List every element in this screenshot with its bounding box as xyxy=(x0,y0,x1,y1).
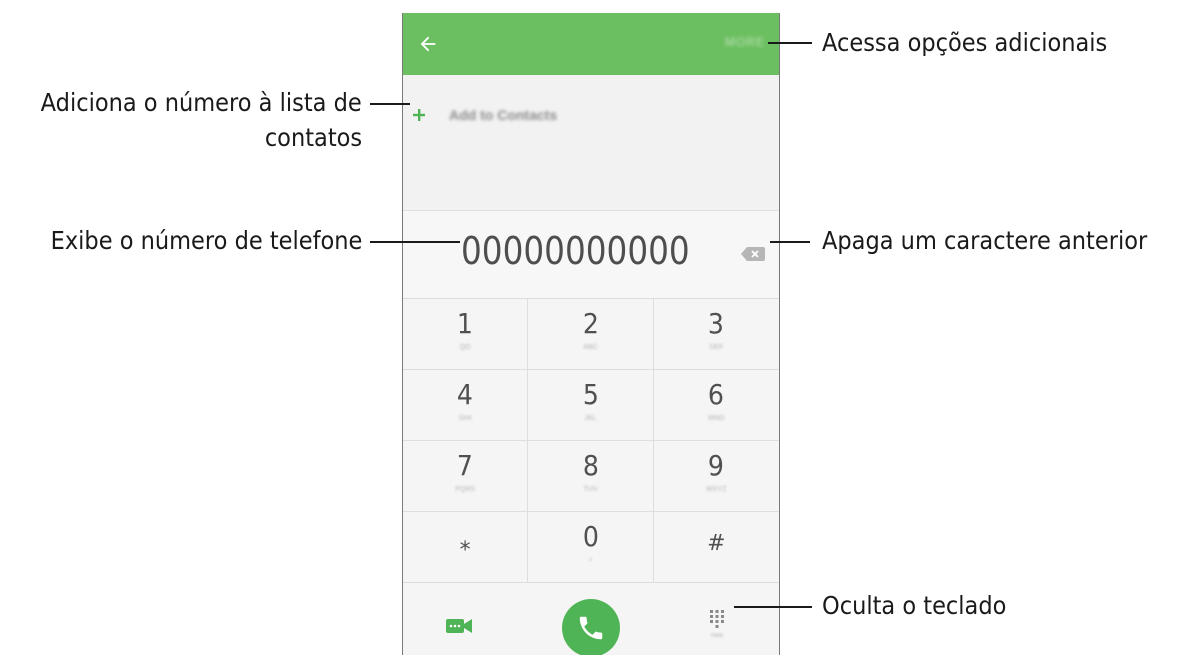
hide-keypad-button[interactable]: Hide xyxy=(707,609,727,645)
leader-line-delete-char xyxy=(770,241,810,243)
key-letters: QO xyxy=(459,344,471,351)
key-1[interactable]: 1 QO xyxy=(403,299,529,370)
app-bar: MORE xyxy=(403,13,779,75)
key-digit: 3 xyxy=(708,307,725,340)
key-5[interactable]: 5 JKL xyxy=(528,370,654,441)
key-letters: + xyxy=(588,557,593,564)
contacts-area: Add to Contacts xyxy=(403,75,779,211)
key-digit: # xyxy=(707,531,726,556)
dialer-action-bar: Hide xyxy=(403,583,779,655)
key-hash[interactable]: # xyxy=(653,512,779,583)
callout-add-to-contacts-line1: Adiciona o número à lista de xyxy=(40,88,362,117)
key-digit: 5 xyxy=(582,378,599,411)
phone-icon xyxy=(579,616,603,640)
callout-delete-char: Apaga um caractere anterior xyxy=(822,226,1148,255)
number-display-row: 00000000000 xyxy=(403,211,779,299)
key-digit: 0 xyxy=(582,520,599,553)
key-3[interactable]: 3 DEF xyxy=(653,299,779,370)
key-letters: MNO xyxy=(708,415,725,422)
key-letters: WXYZ xyxy=(706,486,727,493)
key-letters: GHI xyxy=(458,415,472,422)
add-to-contacts-button[interactable]: Add to Contacts xyxy=(411,103,557,127)
leader-line-add-to-contacts xyxy=(370,103,410,105)
callout-add-to-contacts-line2: contatos xyxy=(264,123,362,152)
callout-show-number: Exibe o número de telefone xyxy=(50,226,362,255)
add-to-contacts-label: Add to Contacts xyxy=(449,107,558,123)
video-call-icon[interactable] xyxy=(446,617,472,635)
call-button[interactable] xyxy=(562,599,620,655)
key-0[interactable]: 0 + xyxy=(528,512,654,583)
back-arrow-icon[interactable] xyxy=(417,33,439,55)
key-digit: 7 xyxy=(457,449,474,482)
key-4[interactable]: 4 GHI xyxy=(403,370,529,441)
hide-keypad-label: Hide xyxy=(710,633,724,639)
key-digit: 6 xyxy=(708,378,725,411)
key-7[interactable]: 7 PQRS xyxy=(403,441,529,512)
more-options-button[interactable]: MORE xyxy=(725,35,765,49)
key-digit: 1 xyxy=(457,307,474,340)
key-digit: 2 xyxy=(582,307,599,340)
callout-more-options: Acessa opções adicionais xyxy=(822,28,1108,57)
key-digit: 8 xyxy=(582,449,599,482)
leader-line-hide-keypad xyxy=(734,606,812,608)
phone-screen: MORE Add to Contacts 00000000000 1 QO 2 … xyxy=(402,13,780,655)
backspace-icon[interactable] xyxy=(741,247,765,261)
dial-keypad: 1 QO 2 ABC 3 DEF 4 GHI 5 JKL 6 MNO 7 PQR… xyxy=(403,299,779,583)
leader-line-more-options xyxy=(768,42,812,44)
key-digit: 4 xyxy=(457,378,474,411)
key-8[interactable]: 8 TUV xyxy=(528,441,654,512)
plus-icon xyxy=(413,109,425,121)
key-letters: ABC xyxy=(583,344,598,351)
dialpad-icon xyxy=(710,610,724,628)
key-letters: TUV xyxy=(583,486,598,493)
key-digit: 9 xyxy=(708,449,725,482)
key-digit: ⁎ xyxy=(459,531,471,556)
leader-line-show-number xyxy=(370,241,460,243)
phone-number-display[interactable]: 00000000000 xyxy=(461,229,690,273)
key-letters: JKL xyxy=(584,415,597,422)
key-star[interactable]: ⁎ xyxy=(403,512,529,583)
key-9[interactable]: 9 WXYZ xyxy=(653,441,779,512)
key-6[interactable]: 6 MNO xyxy=(653,370,779,441)
key-letters: DEF xyxy=(709,344,724,351)
key-letters: PQRS xyxy=(455,486,476,493)
key-2[interactable]: 2 ABC xyxy=(528,299,654,370)
callout-hide-keypad: Oculta o teclado xyxy=(822,591,1007,620)
